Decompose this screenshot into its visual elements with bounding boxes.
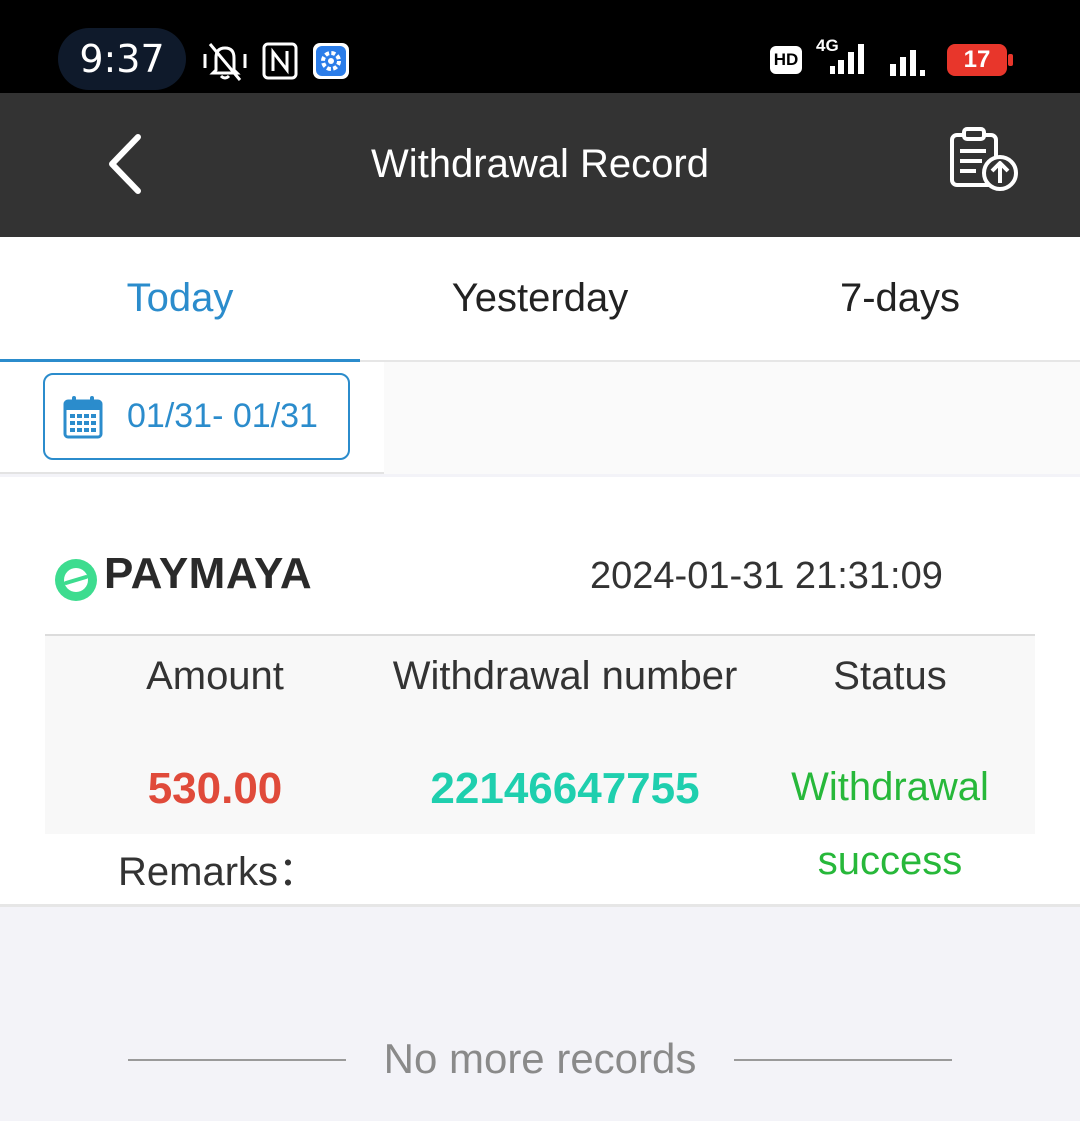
battery-level: 17 [963, 46, 991, 73]
status-time: 9:37 [79, 37, 165, 81]
status-header: Status [833, 654, 947, 698]
no-more-records-text: No more records [383, 1035, 697, 1082]
status-bar: 9:37 HD 4G 17 [0, 0, 1080, 93]
record-datetime: 2024-01-31 21:31:09 [590, 555, 943, 597]
tab-7-days[interactable]: 7-days [720, 237, 1080, 362]
page-title: Withdrawal Record [371, 142, 709, 186]
withdrawal-number-value: 22146647755 [430, 764, 700, 813]
hd-label: HD [773, 50, 799, 69]
date-range-button[interactable]: 01/31- 01/31 [43, 373, 350, 460]
tab-yesterday[interactable]: Yesterday [360, 237, 720, 362]
tab-today[interactable]: Today [0, 237, 360, 364]
chevron-left-icon[interactable] [100, 129, 160, 199]
signal-4g-icon: 4G [816, 36, 872, 78]
signal-icon [890, 50, 925, 76]
withdrawal-record-card: PAYMAYA 2024-01-31 21:31:09 Amount Withd… [0, 477, 1080, 907]
status-value-line2: success [817, 839, 963, 883]
settings-gear-icon [313, 43, 349, 79]
paymaya-logo-icon [55, 559, 97, 601]
vibrate-silent-icon [203, 43, 247, 81]
clock-pill: 9:37 [58, 28, 186, 90]
hd-icon: HD [770, 46, 802, 74]
nfc-icon [262, 42, 298, 80]
calendar-icon [63, 396, 103, 439]
date-tabs: Today Yesterday 7-days [0, 237, 1080, 364]
no-more-records: No more records [0, 1030, 1080, 1090]
amount-header: Amount [146, 654, 284, 698]
date-filter-bar: 01/31- 01/31 [0, 362, 1080, 474]
app-header: Withdrawal Record [0, 93, 1080, 237]
withdrawal-number-header: Withdrawal number [392, 654, 738, 698]
clipboard-upload-icon[interactable] [946, 127, 1022, 193]
battery-icon: 17 [947, 44, 1013, 76]
filter-spacer [384, 362, 1080, 474]
channel-name: PAYMAYA [104, 549, 313, 598]
date-range-label: 01/31- 01/31 [127, 397, 318, 435]
amount-value: 530.00 [147, 764, 283, 813]
status-value-line1: Withdrawal [791, 765, 989, 809]
remarks-label: Remarks： [118, 850, 319, 894]
